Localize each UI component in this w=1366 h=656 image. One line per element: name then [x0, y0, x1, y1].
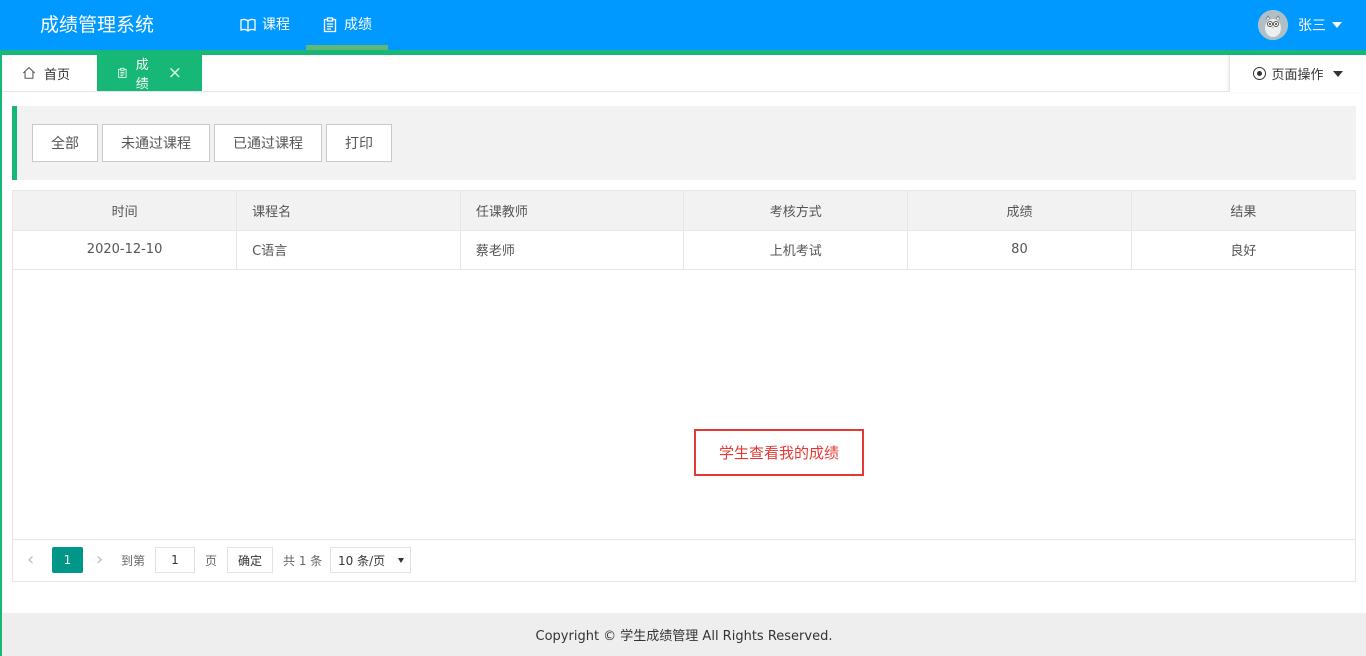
- clipboard-icon: [118, 67, 127, 78]
- tab-label: 首页: [44, 67, 71, 83]
- annotation-label: 学生查看我的成绩: [694, 429, 864, 476]
- page-size-value: 10 条/页: [338, 553, 386, 568]
- nav-item-grades[interactable]: 成绩: [306, 0, 388, 50]
- cell-teacher: 蔡老师: [460, 230, 685, 270]
- table-row[interactable]: 2020-12-10 C语言 蔡老师 上机考试 80 良好: [13, 230, 1355, 270]
- nav-item-label: 课程: [262, 17, 290, 33]
- current-page[interactable]: 1: [52, 547, 83, 573]
- goto-page-input[interactable]: [155, 547, 195, 573]
- chevron-down-icon: [398, 558, 404, 563]
- all-button[interactable]: 全部: [32, 124, 98, 162]
- tab-bar: 首页 成绩 × 页面操作: [2, 55, 1366, 92]
- tab-grades[interactable]: 成绩 ×: [97, 55, 202, 92]
- page-operations-label: 页面操作: [1271, 68, 1324, 83]
- passed-courses-button[interactable]: 已通过课程: [214, 124, 322, 162]
- cell-score: 80: [907, 230, 1132, 270]
- page-size-select[interactable]: 10 条/页: [330, 547, 411, 573]
- cell-course: C语言: [236, 230, 461, 270]
- col-header-teacher: 任课教师: [460, 191, 685, 231]
- close-icon[interactable]: ×: [168, 63, 182, 83]
- page-label: 页: [205, 554, 218, 568]
- owl-icon: [1258, 10, 1288, 40]
- filter-toolbar: 全部 未通过课程 已通过课程 打印: [12, 106, 1356, 180]
- top-nav: 课程 成绩: [224, 0, 388, 50]
- user-name: 张三: [1298, 18, 1326, 34]
- target-icon: [1253, 67, 1267, 80]
- total-count: 共 1 条: [283, 554, 323, 568]
- goto-confirm-button[interactable]: 确定: [227, 547, 273, 573]
- col-header-exam-type: 考核方式: [683, 191, 909, 231]
- clipboard-icon: [323, 17, 337, 33]
- chevron-down-icon: [1332, 22, 1342, 28]
- col-header-score: 成绩: [907, 191, 1132, 231]
- failed-courses-button[interactable]: 未通过课程: [102, 124, 210, 162]
- grades-table: 时间 课程名 任课教师 考核方式 成绩 结果 2020-12-10 C语言 蔡老…: [12, 190, 1356, 582]
- tab-label: 成绩: [135, 58, 149, 92]
- col-header-result: 结果: [1131, 191, 1355, 231]
- table-header-row: 时间 课程名 任课教师 考核方式 成绩 结果: [13, 191, 1355, 231]
- chevron-down-icon: [1332, 70, 1343, 77]
- nav-item-courses[interactable]: 课程: [224, 0, 306, 50]
- tab-home[interactable]: 首页: [2, 55, 97, 91]
- page-operations-dropdown[interactable]: 页面操作: [1229, 55, 1366, 92]
- nav-item-label: 成绩: [344, 17, 372, 33]
- app-title: 成绩管理系统: [40, 14, 155, 36]
- pagination: ‹ 1 › 到第 页 确定 共 1 条 10 条/页: [13, 539, 1355, 581]
- home-icon: [22, 66, 36, 79]
- col-header-course: 课程名: [236, 191, 461, 231]
- footer-copyright: Copyright © 学生成绩管理 All Rights Reserved.: [2, 613, 1366, 656]
- col-header-time: 时间: [13, 191, 238, 231]
- cell-time: 2020-12-10: [13, 230, 238, 270]
- next-page-icon[interactable]: ›: [96, 551, 110, 569]
- top-header: 成绩管理系统 课程 成绩 张三: [0, 0, 1366, 50]
- cell-result: 良好: [1131, 230, 1355, 270]
- left-accent-strip: [0, 55, 2, 656]
- avatar: [1258, 10, 1288, 40]
- print-button[interactable]: 打印: [326, 124, 392, 162]
- prev-page-icon[interactable]: ‹: [27, 551, 41, 569]
- user-menu[interactable]: 张三: [1258, 0, 1342, 50]
- book-icon: [240, 18, 256, 32]
- cell-exam-type: 上机考试: [683, 230, 909, 270]
- goto-label: 到第: [121, 554, 146, 568]
